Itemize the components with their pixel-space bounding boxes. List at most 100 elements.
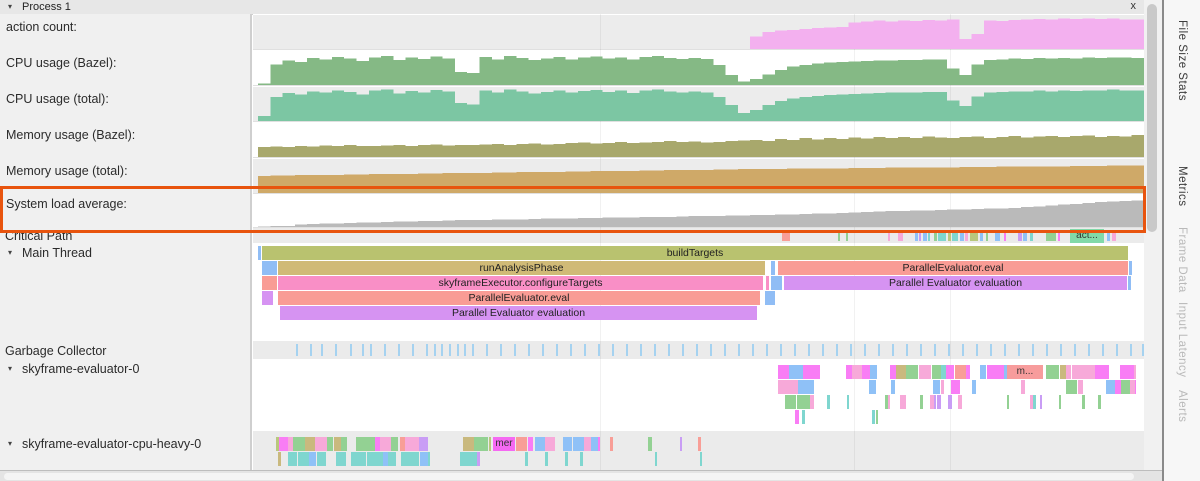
gc-tick[interactable]: [640, 344, 642, 356]
evaluator0-slice[interactable]: [803, 365, 815, 379]
evaluator0-slice[interactable]: [785, 395, 796, 409]
critical-path-tick[interactable]: [898, 230, 903, 241]
gc-tick[interactable]: [449, 344, 451, 356]
critical-path-tick[interactable]: [923, 230, 927, 241]
cpu-heavy-slice[interactable]: [380, 437, 391, 451]
cpu-heavy-tick[interactable]: [610, 437, 613, 451]
counter-chart-action-count[interactable]: [258, 16, 1144, 49]
gc-tick[interactable]: [296, 344, 298, 356]
gc-tick[interactable]: [1074, 344, 1076, 356]
evaluator0-tick[interactable]: [872, 410, 875, 424]
cpu-heavy-labeled-slice[interactable]: mer: [493, 437, 515, 451]
gc-tick[interactable]: [500, 344, 502, 356]
evaluator0-slice[interactable]: [955, 380, 960, 394]
cpu-heavy-slice[interactable]: [598, 437, 600, 451]
cpu-heavy-slice[interactable]: [419, 437, 428, 451]
critical-path-tick[interactable]: [1018, 230, 1022, 241]
critical-path-tick[interactable]: [1058, 230, 1060, 241]
evaluator0-slice[interactable]: [862, 365, 870, 379]
cpu-heavy-slice[interactable]: [336, 452, 346, 466]
evaluator0-slice[interactable]: [919, 365, 931, 379]
cpu-heavy-slice[interactable]: [698, 437, 701, 451]
gc-tick[interactable]: [752, 344, 754, 356]
horizontal-scrollbar-thumb[interactable]: [4, 473, 1134, 480]
cpu-heavy-slice[interactable]: [409, 452, 419, 466]
gc-tick[interactable]: [584, 344, 586, 356]
critical-path-tick[interactable]: [782, 230, 790, 241]
gc-tick[interactable]: [398, 344, 400, 356]
gc-tick[interactable]: [1032, 344, 1034, 356]
cpu-heavy-tick[interactable]: [525, 452, 528, 466]
evaluator0-slice[interactable]: [870, 365, 877, 379]
counter-chart-cpu-usage-bazel[interactable]: [258, 52, 1144, 85]
evaluator0-slice[interactable]: [994, 365, 1003, 379]
gc-tick[interactable]: [766, 344, 768, 356]
sidebar-tab-input-latency[interactable]: Input Latency: [1176, 302, 1188, 378]
flame-slice[interactable]: [1128, 276, 1131, 290]
flame-slice[interactable]: buildTargets: [262, 246, 1128, 260]
cpu-heavy-slice[interactable]: [309, 452, 317, 466]
gc-tick[interactable]: [892, 344, 894, 356]
evaluator0-slice[interactable]: [937, 395, 940, 409]
gc-tick[interactable]: [362, 344, 364, 356]
gc-tick[interactable]: [598, 344, 600, 356]
flame-slice[interactable]: [262, 261, 277, 275]
evaluator0-slice[interactable]: [798, 380, 814, 394]
evaluator0-slice[interactable]: [1059, 395, 1061, 409]
cpu-heavy-tick[interactable]: [655, 452, 657, 466]
cpu-heavy-slice[interactable]: [460, 452, 470, 466]
critical-path-tick[interactable]: [919, 230, 921, 241]
counter-chart-cpu-usage-total[interactable]: [258, 88, 1144, 121]
critical-path-tick[interactable]: [986, 230, 988, 241]
gc-tick[interactable]: [472, 344, 474, 356]
sidebar-tab-frame-data[interactable]: Frame Data: [1176, 227, 1188, 293]
evaluator0-slice[interactable]: [1085, 365, 1094, 379]
critical-path-tick[interactable]: [938, 230, 946, 241]
critical-path-tick[interactable]: [1107, 230, 1110, 241]
evaluator0-slice[interactable]: [1021, 380, 1025, 394]
gc-tick[interactable]: [668, 344, 670, 356]
cpu-heavy-slice[interactable]: [356, 437, 364, 451]
evaluator0-slice[interactable]: [941, 380, 944, 394]
gc-tick[interactable]: [1018, 344, 1020, 356]
evaluator0-slice[interactable]: [1095, 365, 1109, 379]
evaluator0-slice[interactable]: [778, 365, 789, 379]
gc-tick[interactable]: [934, 344, 936, 356]
gc-tick[interactable]: [542, 344, 544, 356]
critical-path-tick[interactable]: [838, 230, 840, 241]
evaluator0-slice[interactable]: [972, 380, 976, 394]
cpu-heavy-slice[interactable]: [341, 437, 347, 451]
evaluator0-slice[interactable]: [797, 395, 810, 409]
flame-slice[interactable]: runAnalysisPhase: [278, 261, 765, 275]
cpu-heavy-tick[interactable]: [477, 452, 480, 466]
cpu-heavy-slice[interactable]: [278, 437, 288, 451]
critical-path-tick[interactable]: [995, 230, 1000, 241]
cpu-heavy-tick[interactable]: [276, 437, 279, 451]
cpu-heavy-slice[interactable]: [372, 452, 383, 466]
cpu-heavy-slice[interactable]: [409, 437, 419, 451]
gc-tick[interactable]: [654, 344, 656, 356]
cpu-heavy-tick[interactable]: [700, 452, 702, 466]
evaluator0-slice[interactable]: [1007, 395, 1009, 409]
collapse-triangle-icon[interactable]: ▾: [8, 0, 12, 14]
cpu-heavy-slice[interactable]: [288, 452, 298, 466]
cpu-heavy-slice[interactable]: [388, 452, 396, 466]
gc-tick[interactable]: [1116, 344, 1118, 356]
evaluator0-slice[interactable]: [847, 395, 849, 409]
evaluator0-slice[interactable]: [1066, 365, 1072, 379]
evaluator0-slice[interactable]: [787, 380, 798, 394]
gc-tick[interactable]: [310, 344, 312, 356]
cpu-heavy-tick[interactable]: [278, 452, 281, 466]
gc-tick[interactable]: [570, 344, 572, 356]
gc-tick[interactable]: [822, 344, 824, 356]
critical-path-tick[interactable]: [960, 230, 964, 241]
evaluator0-slice[interactable]: [888, 395, 890, 409]
flame-slice[interactable]: [765, 291, 775, 305]
flame-slice[interactable]: ParallelEvaluator.eval: [778, 261, 1128, 275]
cpu-heavy-slice[interactable]: [428, 452, 430, 466]
evaluator0-slice[interactable]: [852, 365, 862, 379]
gc-tick[interactable]: [724, 344, 726, 356]
evaluator0-slice[interactable]: [1082, 395, 1085, 409]
critical-path-tick[interactable]: [915, 230, 918, 241]
cpu-heavy-slice[interactable]: [293, 437, 305, 451]
